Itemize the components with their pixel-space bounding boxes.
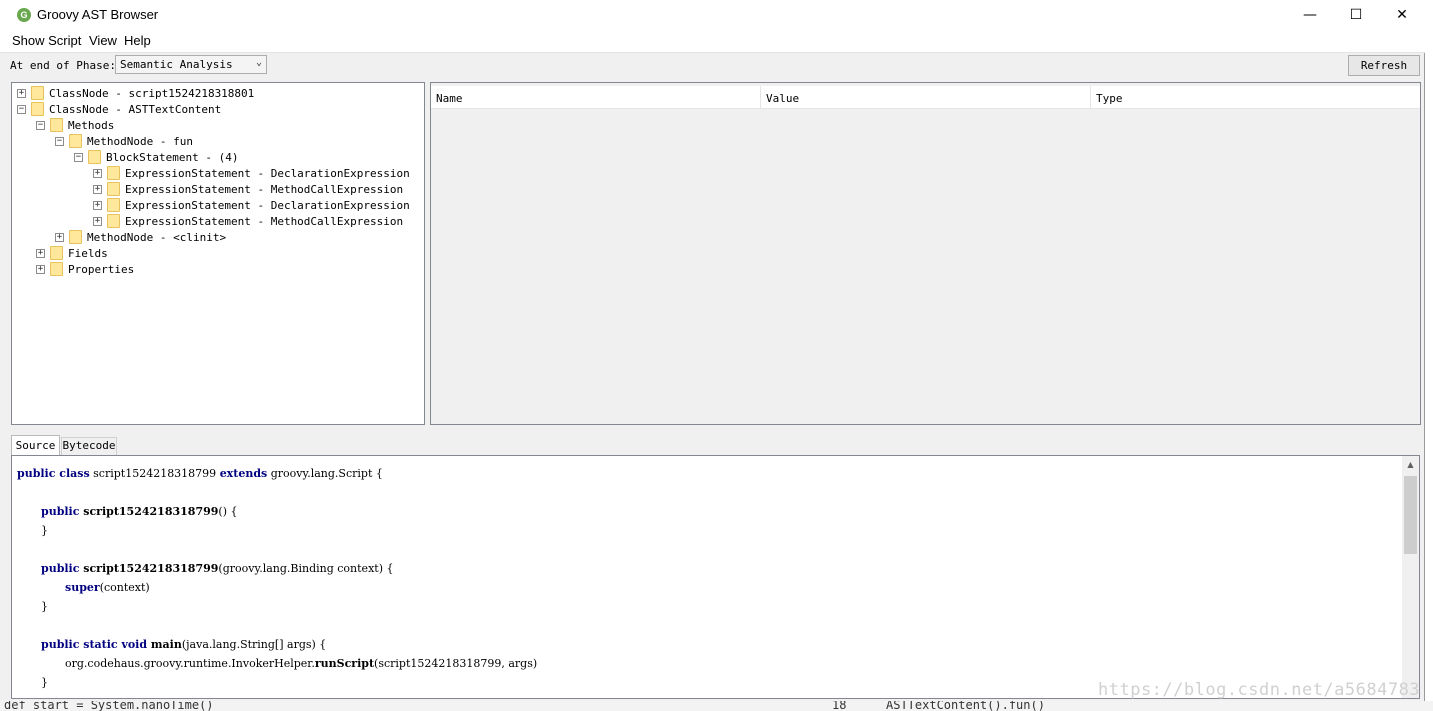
folder-icon [50,118,63,132]
tree-node-label: Fields [68,247,108,260]
refresh-button[interactable]: Refresh [1348,55,1420,76]
minimize-button[interactable]: — [1287,0,1333,31]
phase-select[interactable]: Semantic Analysis ⌄ [115,55,267,74]
maximize-button[interactable]: ☐ [1333,0,1379,31]
menu-view[interactable]: View [89,33,117,48]
groovy-icon: G [17,8,31,22]
close-button[interactable]: ✕ [1379,0,1425,31]
code-line: org.codehaus.groovy.runtime.InvokerHelpe… [65,657,538,670]
tree-node-label: Methods [68,119,115,132]
tab-source[interactable]: Source [11,435,60,456]
watermark: https://blog.csdn.net/a5684783 [1098,680,1421,700]
folder-icon [31,102,44,116]
tree-node-label: MethodNode - fun [87,135,193,148]
tree-node-label: Properties [68,263,135,276]
ast-browser-window: G Groovy AST Browser — ☐ ✕ Show Script V… [0,0,1425,701]
code-line: public script1524218318799(groovy.lang.B… [41,562,394,575]
tree-node-label: ExpressionStatement - DeclarationExpress… [125,199,410,212]
tree-node-label: ExpressionStatement - MethodCallExpressi… [125,215,404,228]
background-editor-right [1425,31,1433,701]
expand-icon[interactable]: + [93,201,102,210]
collapse-icon[interactable]: − [17,105,26,114]
tab-bytecode[interactable]: Bytecode [61,437,117,455]
window-title: Groovy AST Browser [37,7,159,22]
menu-bar: Show Script View Help [0,31,1425,53]
scroll-up-icon[interactable]: ▲ [1402,456,1419,473]
column-divider[interactable] [1090,86,1091,108]
scrollbar-thumb[interactable] [1404,476,1417,554]
code-line: } [41,600,48,613]
ast-tree[interactable]: + ClassNode - script1524218318801 − Clas… [11,82,425,425]
background-editor-bottom: def start = System.nanoTime() 18 ASTText… [0,701,1433,711]
chevron-down-icon: ⌄ [255,57,262,68]
table-header: Name Value Type [431,86,1420,109]
phase-select-value: Semantic Analysis [120,58,233,71]
folder-icon [107,214,120,228]
menu-show-script[interactable]: Show Script [12,33,81,48]
collapse-icon[interactable]: − [74,153,83,162]
column-divider[interactable] [760,86,761,108]
expand-icon[interactable]: + [93,217,102,226]
folder-icon [88,150,101,164]
expand-icon[interactable]: + [55,233,64,242]
folder-icon [107,182,120,196]
background-line-number: 18 [832,701,847,711]
code-line: public static void main(java.lang.String… [41,638,327,651]
collapse-icon[interactable]: − [36,121,45,130]
folder-icon [107,198,120,212]
title-bar[interactable]: G Groovy AST Browser — ☐ ✕ [0,0,1425,31]
folder-icon [50,246,63,260]
folder-icon [69,230,82,244]
tree-node-label: ClassNode - script1524218318801 [49,87,255,100]
tree-node-label: BlockStatement - (4) [106,151,239,164]
collapse-icon[interactable]: − [55,137,64,146]
folder-icon [107,166,120,180]
property-table[interactable]: Name Value Type [430,82,1421,425]
tree-node-label: ExpressionStatement - DeclarationExpress… [125,167,410,180]
background-code-line: def start = System.nanoTime() [4,701,214,711]
folder-icon [50,262,63,276]
code-line: } [41,676,48,689]
menu-help[interactable]: Help [124,33,151,48]
phase-label: At end of Phase: [10,59,116,72]
code-line: public script1524218318799() { [41,505,238,518]
code-line: } [41,524,48,537]
column-header-value[interactable]: Value [766,92,799,105]
tree-node-label: MethodNode - <clinit> [87,231,227,244]
code-line: public class script1524218318799 extends… [17,467,383,480]
expand-icon[interactable]: + [36,265,45,274]
folder-icon [31,86,44,100]
folder-icon [69,134,82,148]
tree-node-label: ExpressionStatement - MethodCallExpressi… [125,183,404,196]
source-viewer[interactable]: public class script1524218318799 extends… [11,455,1420,699]
expand-icon[interactable]: + [93,185,102,194]
column-header-type[interactable]: Type [1096,92,1123,105]
column-header-name[interactable]: Name [436,92,463,105]
expand-icon[interactable]: + [17,89,26,98]
expand-icon[interactable]: + [93,169,102,178]
expand-icon[interactable]: + [36,249,45,258]
tree-node-label: ClassNode - ASTTextContent [49,103,222,116]
vertical-scrollbar[interactable]: ▲ [1402,456,1419,698]
code-line: super(context) [65,581,150,594]
background-code-line-right: ASTTextContent().fun() [886,701,1045,711]
